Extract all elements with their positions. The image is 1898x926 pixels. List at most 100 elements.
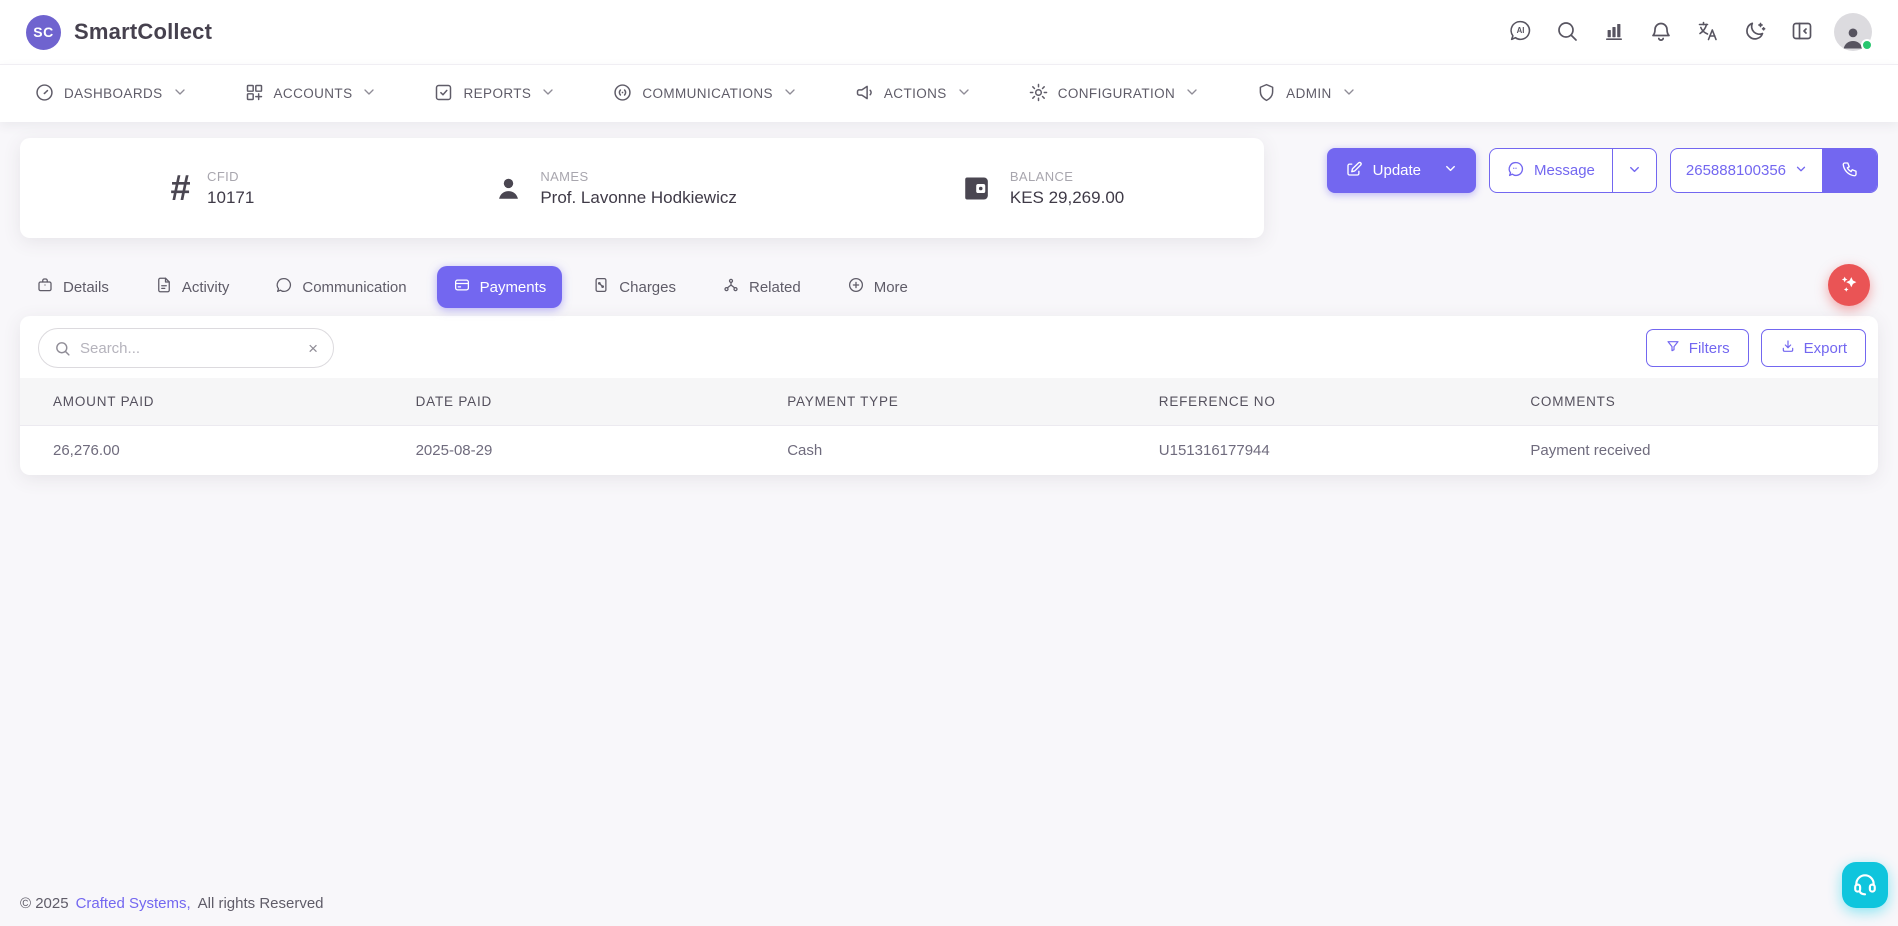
names-block: NAMES Prof. Lavonne Hodkiewicz <box>494 169 737 208</box>
language-button[interactable] <box>1689 13 1727 51</box>
tab-communication[interactable]: Communication <box>259 266 422 308</box>
nav-item-configuration[interactable]: CONFIGURATION <box>1028 82 1200 106</box>
column-header-reference-no[interactable]: REFERENCE NO <box>1135 378 1507 426</box>
names-label: NAMES <box>540 169 737 184</box>
search-box: × <box>38 328 334 368</box>
wallet-icon <box>962 173 993 204</box>
column-header-date-paid[interactable]: DATE PAID <box>392 378 764 426</box>
tab-charges[interactable]: Charges <box>576 266 692 308</box>
tab-related[interactable]: Related <box>706 266 817 308</box>
table-toolbar: × Filters Export <box>20 316 1878 378</box>
quick-actions-fab[interactable] <box>1828 264 1870 306</box>
headset-icon <box>1852 871 1878 900</box>
cell-amount-paid: 26,276.00 <box>20 426 392 476</box>
balance-label: BALANCE <box>1010 169 1124 184</box>
layout-toggle-button[interactable] <box>1783 13 1821 51</box>
tab-label: Charges <box>619 279 676 296</box>
toolbar-actions: Filters Export <box>1646 329 1866 367</box>
nav-item-reports[interactable]: REPORTS <box>433 82 556 106</box>
cell-date-paid: 2025-08-29 <box>392 426 764 476</box>
rights-text: All rights Reserved <box>198 895 324 912</box>
tab-more[interactable]: More <box>831 266 924 308</box>
update-label: Update <box>1373 162 1421 179</box>
phone-split-button: 265888100356 <box>1670 148 1878 193</box>
search-input[interactable] <box>80 340 299 357</box>
details-icon <box>36 276 54 298</box>
message-split-button: Message <box>1489 148 1657 193</box>
activity-file-icon <box>155 276 173 298</box>
nav-label: DASHBOARDS <box>64 86 163 101</box>
balance-value: KES 29,269.00 <box>1010 188 1124 208</box>
tab-activity[interactable]: Activity <box>139 266 246 308</box>
nav-item-admin[interactable]: ADMIN <box>1256 82 1357 106</box>
tab-label: Related <box>749 279 801 296</box>
app-header: SC SmartCollect AI <box>0 0 1898 64</box>
cell-reference-no: U151316177944 <box>1135 426 1507 476</box>
global-search-button[interactable] <box>1548 13 1586 51</box>
column-header-payment-type[interactable]: PAYMENT TYPE <box>763 378 1135 426</box>
detail-tabs: Details Activity Communication Payments … <box>20 266 1878 308</box>
notifications-button[interactable] <box>1642 13 1680 51</box>
cell-payment-type: Cash <box>763 426 1135 476</box>
payments-table-card: × Filters Export AMOUNT <box>20 316 1878 475</box>
person-icon <box>494 174 523 203</box>
download-icon <box>1780 338 1796 358</box>
logo-initials: SC <box>33 24 53 40</box>
table-header: AMOUNT PAID DATE PAID PAYMENT TYPE REFER… <box>20 378 1878 426</box>
message-dropdown-toggle[interactable] <box>1613 149 1656 192</box>
export-button[interactable]: Export <box>1761 329 1866 367</box>
app-logo: SC <box>26 15 61 50</box>
payments-table: AMOUNT PAID DATE PAID PAYMENT TYPE REFER… <box>20 378 1878 475</box>
message-label: Message <box>1534 162 1595 179</box>
filters-button[interactable]: Filters <box>1646 329 1749 367</box>
ai-assistant-button[interactable]: AI <box>1501 13 1539 51</box>
message-icon <box>1507 160 1525 182</box>
nav-item-accounts[interactable]: ACCOUNTS <box>244 82 378 106</box>
chevron-down-icon <box>1341 84 1357 103</box>
header-icons: AI <box>1501 13 1872 51</box>
customer-actions: Update Message 265888100356 <box>1327 148 1878 193</box>
nav-item-communications[interactable]: COMMUNICATIONS <box>612 82 798 106</box>
column-header-comments[interactable]: COMMENTS <box>1506 378 1878 426</box>
column-header-amount-paid[interactable]: AMOUNT PAID <box>20 378 392 426</box>
tab-label: Activity <box>182 279 230 296</box>
search-icon <box>1555 19 1579 46</box>
phone-number-dropdown[interactable]: 265888100356 <box>1671 149 1823 192</box>
online-status-badge <box>1861 39 1873 51</box>
clear-search-button[interactable]: × <box>308 340 318 357</box>
nav-item-actions[interactable]: ACTIONS <box>854 82 972 106</box>
user-menu-button[interactable] <box>1834 13 1872 51</box>
customer-card: # CFID 10171 NAMES Prof. Lavonne Hodkiew… <box>20 138 1264 238</box>
sparkles-icon <box>1838 273 1860 298</box>
tab-payments[interactable]: Payments <box>437 266 563 308</box>
analytics-button[interactable] <box>1595 13 1633 51</box>
tab-label: Payments <box>480 279 547 296</box>
dark-mode-button[interactable] <box>1736 13 1774 51</box>
broadcast-icon <box>612 82 633 106</box>
nav-item-dashboards[interactable]: DASHBOARDS <box>34 82 188 106</box>
cfid-value: 10171 <box>207 188 254 208</box>
update-button[interactable]: Update <box>1327 148 1476 193</box>
chevron-down-icon <box>1794 162 1808 180</box>
hierarchy-icon <box>722 276 740 298</box>
chevron-down-icon <box>540 84 556 103</box>
company-link[interactable]: Crafted Systems, <box>76 895 191 912</box>
tab-label: Details <box>63 279 109 296</box>
export-label: Export <box>1804 340 1847 357</box>
nav-label: COMMUNICATIONS <box>642 86 773 101</box>
chevron-down-icon <box>782 84 798 103</box>
search-icon <box>54 340 71 357</box>
table-row[interactable]: 26,276.00 2025-08-29 Cash U151316177944 … <box>20 426 1878 476</box>
moon-icon <box>1743 19 1767 46</box>
shield-icon <box>1256 82 1277 106</box>
message-button[interactable]: Message <box>1490 149 1613 192</box>
support-chat-fab[interactable] <box>1842 862 1888 908</box>
cfid-label: CFID <box>207 169 254 184</box>
chevron-down-icon <box>1443 161 1458 180</box>
content: # CFID 10171 NAMES Prof. Lavonne Hodkiew… <box>0 122 1898 926</box>
tab-details[interactable]: Details <box>20 266 125 308</box>
call-button[interactable] <box>1822 148 1878 193</box>
funnel-icon <box>1665 338 1681 358</box>
panel-collapse-icon <box>1790 19 1814 46</box>
app-title: SmartCollect <box>74 19 212 45</box>
